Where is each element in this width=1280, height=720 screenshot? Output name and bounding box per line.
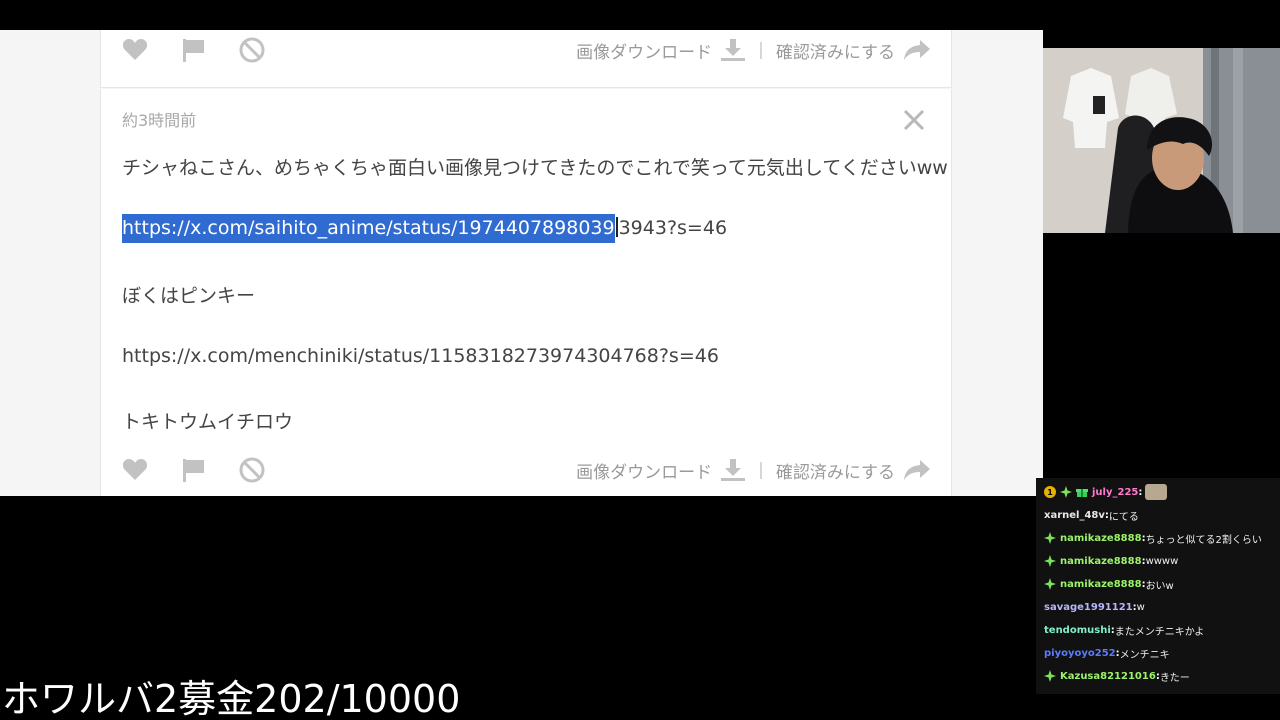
right-actions: 画像ダウンロード | 確認済みにする: [576, 458, 931, 483]
emote-icon: [1145, 484, 1168, 500]
message-timestamp: 約3時間前: [122, 111, 197, 130]
action-bar: 画像ダウンロード | 確認済みにする: [101, 450, 951, 490]
download-icon: [721, 39, 746, 61]
chat-text: にてる: [1108, 511, 1139, 523]
browser-capture: 画像ダウンロード | 確認済みにする 約3時間前 チシャねこさん、めちゃくちゃ面…: [0, 30, 1043, 496]
share-arrow-icon: [904, 460, 930, 480]
sparkle-badge-icon: [1060, 486, 1072, 498]
image-download-link[interactable]: 画像ダウンロード: [576, 458, 746, 483]
image-download-link[interactable]: 画像ダウンロード: [576, 38, 746, 63]
download-icon: [721, 459, 746, 481]
chat-text: メンチニキ: [1119, 649, 1170, 661]
mark-confirmed-link[interactable]: 確認済みにする: [776, 458, 931, 483]
chat-text: ちょっと似てる2割くらい: [1145, 534, 1262, 546]
chat-text: wwww: [1145, 555, 1179, 567]
message-line-5: トキトウムイチロウ: [122, 411, 294, 433]
chat-username[interactable]: tendomushi: [1044, 625, 1111, 636]
chat-message: Kazusa82121016: きたー: [1044, 665, 1276, 687]
ban-icon[interactable]: [238, 456, 266, 484]
chat-message: 1 july_225:: [1044, 481, 1276, 503]
chat-text: きたー: [1159, 672, 1190, 684]
sparkle-badge-icon: [1044, 555, 1056, 567]
chat-colon: :: [1138, 486, 1143, 498]
sparkle-badge-icon: [1044, 670, 1056, 682]
close-icon[interactable]: [901, 107, 927, 133]
donation-counter: ホワルバ2募金202/10000: [2, 677, 461, 720]
action-bar: 画像ダウンロード | 確認済みにする: [101, 30, 951, 70]
chat-message: tendomushi: またメンチニキかよ: [1044, 619, 1276, 641]
download-label: 画像ダウンロード: [576, 42, 713, 63]
message-card: 約3時間前 チシャねこさん、めちゃくちゃ面白い画像見つけてきたのでこれで笑って元…: [100, 89, 952, 496]
text-cursor-icon: [615, 217, 618, 237]
message-link-2[interactable]: https://x.com/menchiniki/status/11583182…: [122, 345, 719, 367]
selected-text: https://x.com/saihito_anime/status/19744…: [122, 214, 615, 243]
previous-message-card: 画像ダウンロード | 確認済みにする: [100, 30, 952, 88]
separator: |: [758, 40, 764, 60]
message-line-3: ぼくはピンキー: [122, 285, 256, 307]
chat-username[interactable]: piyoyoyo252: [1044, 648, 1116, 659]
chat-username[interactable]: july_225: [1092, 487, 1138, 498]
chat-message: namikaze8888: ちょっと似てる2割くらい: [1044, 527, 1276, 549]
chat-message: namikaze8888: おいw: [1044, 573, 1276, 595]
gold-badge-icon: 1: [1044, 486, 1056, 498]
share-arrow-icon: [904, 40, 930, 60]
chat-username[interactable]: savage1991121: [1044, 602, 1133, 613]
stream-chat: 1 july_225: xarnel_48v: にてる namikaze8888…: [1036, 478, 1280, 694]
link-1-rest: 3943?s=46: [618, 217, 728, 239]
chat-username[interactable]: Kazusa82121016: [1060, 671, 1156, 682]
heart-icon[interactable]: [121, 36, 149, 64]
chat-text: またメンチニキかよ: [1114, 626, 1205, 638]
ban-icon[interactable]: [238, 36, 266, 64]
gift-badge-icon: [1076, 489, 1088, 497]
message-line-1: チシャねこさん、めちゃくちゃ面白い画像見つけてきたのでこれで笑って元気出してくだ…: [122, 157, 948, 179]
sparkle-badge-icon: [1044, 532, 1056, 544]
right-actions: 画像ダウンロード | 確認済みにする: [576, 38, 931, 63]
chat-text: おいw: [1145, 580, 1174, 592]
chat-username[interactable]: namikaze8888: [1060, 533, 1142, 544]
message-link-1[interactable]: https://x.com/saihito_anime/status/19744…: [122, 214, 728, 243]
chat-message: piyoyoyo252: メンチニキ: [1044, 642, 1276, 664]
flag-icon[interactable]: [180, 456, 208, 484]
separator: |: [758, 460, 764, 480]
chat-message: savage1991121: w: [1044, 596, 1276, 618]
chat-message: namikaze8888: wwww: [1044, 550, 1276, 572]
download-label: 画像ダウンロード: [576, 462, 713, 483]
chat-username[interactable]: xarnel_48v: [1044, 510, 1105, 521]
chat-username[interactable]: namikaze8888: [1060, 579, 1142, 590]
mark-confirmed-link[interactable]: 確認済みにする: [776, 38, 931, 63]
chat-username[interactable]: namikaze8888: [1060, 556, 1142, 567]
flag-icon[interactable]: [180, 36, 208, 64]
confirm-label: 確認済みにする: [775, 462, 895, 483]
webcam-feed: [1043, 48, 1280, 233]
chat-text: w: [1136, 601, 1145, 613]
heart-icon[interactable]: [121, 456, 149, 484]
confirm-label: 確認済みにする: [775, 42, 895, 63]
chat-message: xarnel_48v: にてる: [1044, 504, 1276, 526]
sparkle-badge-icon: [1044, 578, 1056, 590]
webcam-scene: [1043, 48, 1280, 233]
